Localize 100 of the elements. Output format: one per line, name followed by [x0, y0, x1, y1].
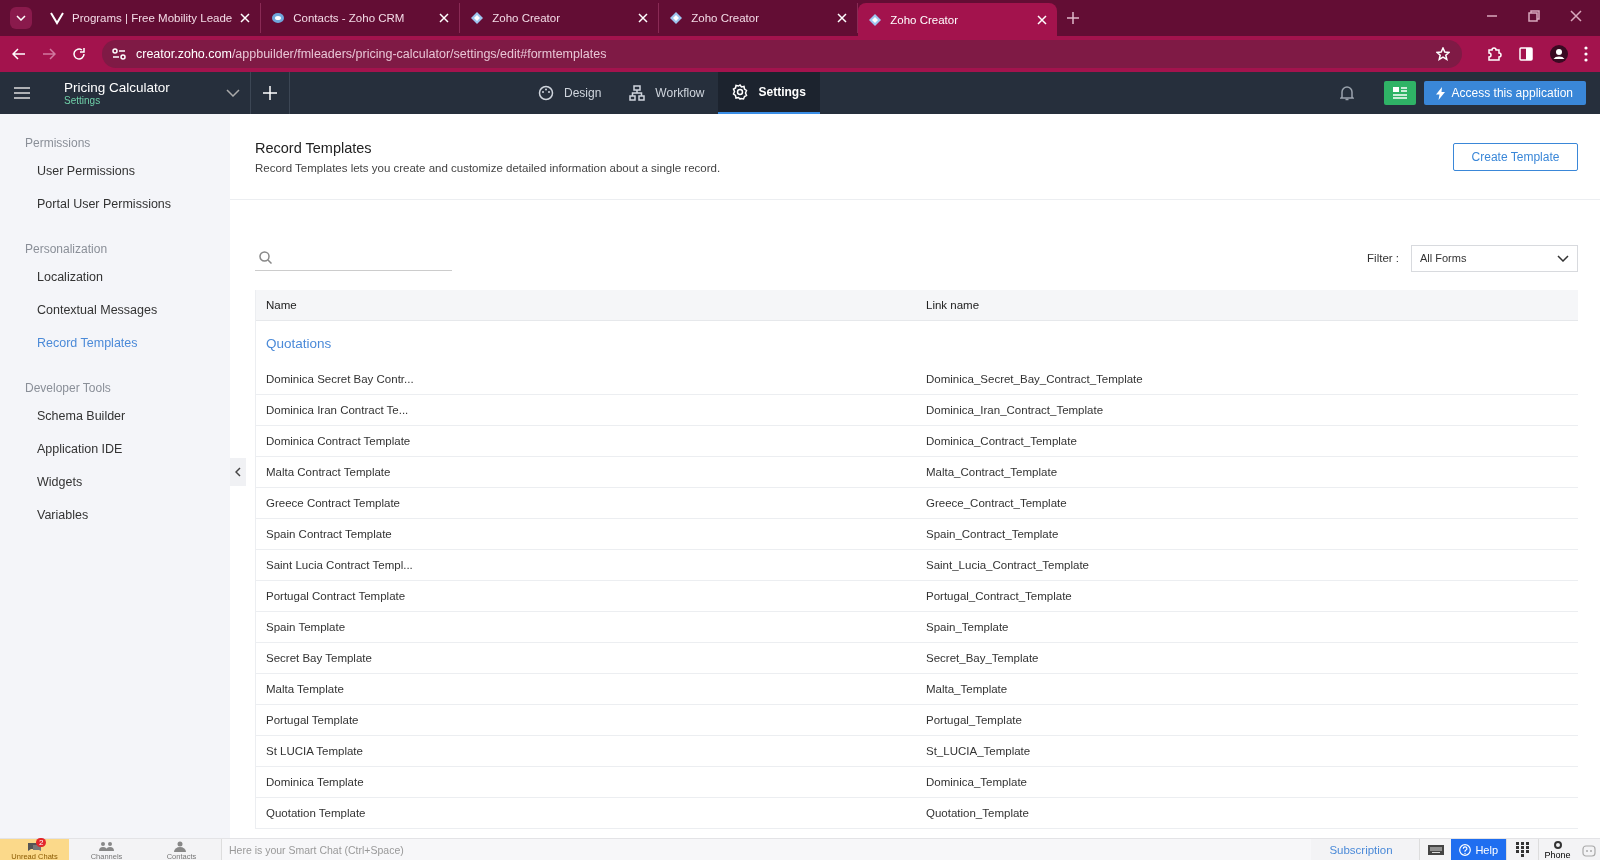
sidebar-item[interactable]: Schema Builder: [25, 409, 230, 442]
profile-icon[interactable]: [1550, 45, 1568, 63]
tab-title: Programs | Free Mobility Leade: [72, 12, 233, 24]
browser-tab[interactable]: Zoho Creator: [460, 3, 660, 33]
crm-logo-icon: [271, 11, 286, 25]
address-bar[interactable]: creator.zoho.com/appbuilder/fmleaders/pricing-calculator/settings/edit#formtemplates: [102, 40, 1462, 68]
filter-dropdown[interactable]: All Forms: [1411, 244, 1578, 272]
template-name[interactable]: Greece Contract Template: [256, 497, 916, 509]
sidebar-item[interactable]: Localization: [25, 270, 230, 303]
new-tab-icon[interactable]: [1067, 12, 1080, 24]
link-name: St_LUCIA_Template: [925, 745, 1031, 757]
link-name: Dominica_Contract_Template: [925, 435, 1077, 447]
tab-title: Contacts - Zoho CRM: [293, 12, 406, 24]
restore-icon[interactable]: [1528, 10, 1540, 22]
link-name: Malta_Contract_Template: [925, 466, 1058, 478]
tab-search-button[interactable]: [10, 7, 32, 29]
close-icon[interactable]: [1570, 10, 1582, 22]
diamond-logo-icon: [669, 11, 684, 25]
nav-tab[interactable]: Workflow: [615, 72, 719, 114]
page-title: Record Templates: [255, 139, 373, 156]
chevron-down-icon[interactable]: [226, 89, 240, 97]
reload-icon[interactable]: [72, 47, 86, 61]
add-button[interactable]: [250, 72, 290, 114]
template-name[interactable]: Dominica Template: [256, 776, 916, 788]
star-icon[interactable]: [1436, 47, 1450, 61]
chat-input[interactable]: Here is your Smart Chat (Ctrl+Space): [221, 838, 1311, 860]
layout-button[interactable]: [1383, 81, 1416, 105]
flowchart-icon: [629, 85, 646, 101]
create-template-button[interactable]: Create Template: [1453, 142, 1578, 171]
collapse-button[interactable]: [230, 458, 246, 486]
link-name: Malta_Template: [925, 683, 1008, 695]
phone-button[interactable]: Phone: [1538, 838, 1576, 860]
template-name[interactable]: Dominica Iran Contract Te...: [256, 404, 916, 416]
link-name: Spain_Contract_Template: [925, 528, 1059, 540]
access-app-button[interactable]: Access this application: [1423, 81, 1586, 105]
template-name[interactable]: Dominica Contract Template: [256, 435, 916, 447]
menu-icon[interactable]: [14, 87, 30, 99]
page-description: Record Templates lets you create and customize detailed information about a single record.: [255, 161, 721, 174]
column-header: Link name: [925, 299, 980, 311]
browser-tab[interactable]: Programs | Free Mobility Leade: [40, 3, 262, 33]
settings-icon: [732, 84, 749, 100]
template-name[interactable]: Spain Contract Template: [256, 528, 916, 540]
app-subtitle: Settings: [64, 95, 102, 106]
more-icon[interactable]: [1584, 46, 1588, 62]
url-text: creator.zoho.com/appbuilder/fmleaders/pricing-calculator/settings/edit#formtemplates: [136, 47, 608, 61]
side-panel-icon[interactable]: [1518, 46, 1534, 62]
template-name[interactable]: Spain Template: [256, 621, 916, 633]
help-button[interactable]: Help: [1451, 838, 1506, 860]
section-heading: Permissions: [25, 136, 92, 150]
sidebar-item[interactable]: Contextual Messages: [25, 303, 230, 336]
sidebar-item[interactable]: Widgets: [25, 475, 230, 508]
section-heading: Developer Tools: [25, 381, 112, 395]
keyboard-icon: [1427, 844, 1444, 855]
app-title: Pricing Calculator: [64, 80, 171, 95]
link-name: Portugal_Contract_Template: [925, 590, 1072, 602]
link-name: Greece_Contract_Template: [925, 497, 1067, 509]
template-name[interactable]: Quotation Template: [256, 807, 916, 819]
chevron-left-icon: [235, 467, 241, 477]
search-icon: [259, 251, 272, 264]
tab-title: Zoho Creator: [492, 12, 561, 24]
chevron-down-icon: [1557, 254, 1569, 262]
link-name: Dominica_Secret_Bay_Contract_Template: [925, 373, 1143, 385]
link-name: Spain_Template: [925, 621, 1009, 633]
template-name[interactable]: St LUCIA Template: [256, 745, 916, 757]
template-name[interactable]: Dominica Secret Bay Contr...: [256, 373, 916, 385]
nav-tab[interactable]: Design: [524, 72, 616, 114]
site-settings-icon[interactable]: [112, 48, 126, 60]
layout-icon: [1392, 87, 1407, 99]
template-name[interactable]: Portugal Contract Template: [256, 590, 916, 602]
browser-tab[interactable]: Contacts - Zoho CRM: [261, 3, 461, 33]
unread-badge: 2: [36, 837, 47, 847]
v-logo-icon: [50, 11, 64, 25]
browser-tab[interactable]: Zoho Creator: [858, 3, 1058, 36]
section-heading: Personalization: [25, 242, 109, 256]
template-name[interactable]: Saint Lucia Contract Templ...: [256, 559, 916, 571]
extensions-icon[interactable]: [1486, 46, 1502, 62]
lightning-icon: [1435, 86, 1445, 100]
nav-tab[interactable]: Settings: [718, 72, 820, 114]
caret-icon: [16, 15, 26, 21]
template-name[interactable]: Portugal Template: [256, 714, 916, 726]
link-name: Saint_Lucia_Contract_Template: [925, 559, 1090, 571]
back-icon[interactable]: [12, 48, 26, 60]
plus-icon: [263, 86, 277, 100]
link-name: Dominica_Iran_Contract_Template: [925, 404, 1104, 416]
sidebar-item[interactable]: Portal User Permissions: [25, 197, 230, 230]
bell-icon[interactable]: [1339, 85, 1354, 101]
column-header: Name: [265, 299, 298, 311]
tab-title: Zoho Creator: [691, 12, 760, 24]
people-icon: [99, 840, 114, 852]
template-name[interactable]: Malta Template: [256, 683, 916, 695]
help-icon: [1459, 843, 1472, 856]
sidebar-item[interactable]: Variables: [25, 508, 230, 541]
template-name[interactable]: Secret Bay Template: [256, 652, 916, 664]
sidebar-item[interactable]: Application IDE: [25, 442, 230, 475]
link-name: Portugal_Template: [925, 714, 1022, 726]
sidebar-item[interactable]: User Permissions: [25, 164, 230, 197]
palette-icon: [538, 85, 554, 101]
template-name[interactable]: Malta Contract Template: [256, 466, 916, 478]
link-name: Dominica_Template: [925, 776, 1027, 788]
forward-icon[interactable]: [42, 48, 56, 60]
